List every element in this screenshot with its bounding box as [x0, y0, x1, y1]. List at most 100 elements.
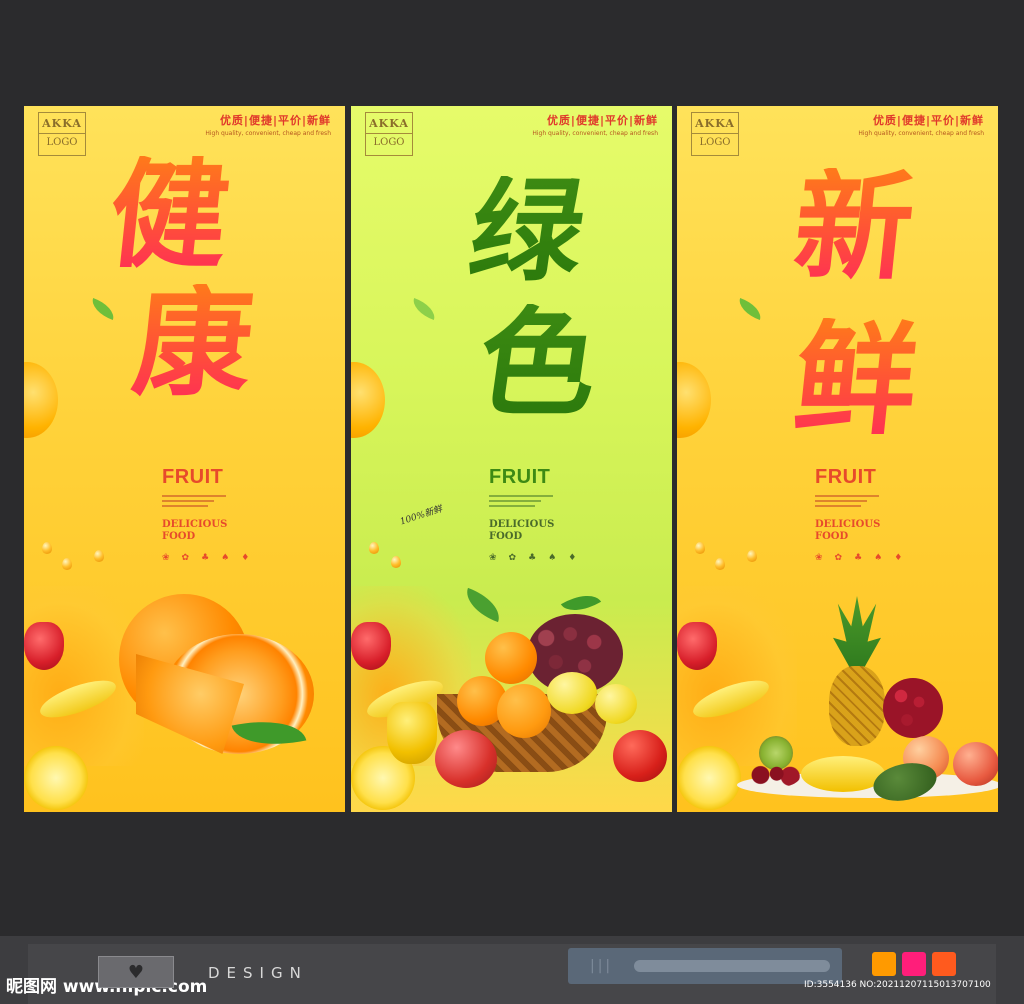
color-swatch-red-orange[interactable]: [932, 952, 956, 976]
orange-icon: [677, 362, 711, 438]
apple-icon: [435, 730, 497, 788]
color-swatch-pink[interactable]: [902, 952, 926, 976]
tagline-en: High quality, convenient, cheap and fres…: [858, 130, 984, 137]
logo-box: AKKA LOGO: [365, 112, 413, 156]
logo-caption: LOGO: [699, 137, 731, 148]
headline-char-2: 鲜: [787, 307, 925, 451]
logo-text: AKKA: [692, 113, 738, 134]
logo-caption: LOGO: [373, 137, 405, 148]
delicious-food: DELICIOUS FOOD: [815, 519, 902, 543]
delicious-line-2: FOOD: [489, 531, 523, 542]
feature-icon: ♦: [241, 553, 250, 563]
tagline-cn: 优质|便捷|平价|新鲜: [546, 114, 658, 127]
fruit-info: FRUIT DELICIOUS FOOD ❀ ✿ ♣ ♠ ♦: [815, 466, 902, 563]
feature-icon: ♦: [568, 553, 577, 563]
lemon-slice-icon: [24, 746, 88, 810]
feature-icons: ❀ ✿ ♣ ♠ ♦: [489, 553, 576, 563]
feature-icon: ❀: [489, 553, 497, 563]
tagline-cn: 优质|便捷|平价|新鲜: [219, 114, 331, 127]
tagline-en: High quality, convenient, cheap and fres…: [205, 130, 331, 137]
feature-icon: ❀: [815, 553, 823, 563]
slider-ticks-icon: |||: [590, 958, 614, 974]
tagline-cn: 优质|便捷|平价|新鲜: [872, 114, 984, 127]
logo-text: AKKA: [366, 113, 412, 134]
color-swatch-orange[interactable]: [872, 952, 896, 976]
slider-track[interactable]: [634, 960, 830, 972]
orange-icon: [485, 632, 537, 684]
text-lines: [815, 495, 902, 507]
juice-drop-icon: [695, 542, 705, 554]
poster-health: AKKA LOGO 优质|便捷|平价|新鲜 High quality, conv…: [24, 106, 345, 812]
juice-drop-icon: [42, 542, 52, 554]
headline-char-1: 健: [102, 145, 236, 284]
feature-icons: ❀ ✿ ♣ ♠ ♦: [815, 553, 902, 563]
tagline-en: High quality, convenient, cheap and fres…: [532, 130, 658, 137]
logo-caption: LOGO: [46, 137, 78, 148]
pineapple-icon: [829, 666, 885, 746]
lemon-icon: [595, 684, 637, 724]
strawberry-icon: [677, 622, 717, 670]
apple-icon: [613, 730, 667, 782]
fruit-title: FRUIT: [815, 466, 877, 488]
lemon-icon: [547, 672, 597, 714]
tagline: 优质|便捷|平价|新鲜 High quality, convenient, ch…: [205, 112, 331, 137]
logo-box: AKKA LOGO: [38, 112, 86, 156]
apple-icon: [953, 742, 998, 786]
tagline: 优质|便捷|平价|新鲜 High quality, convenient, ch…: [858, 112, 984, 137]
feature-icon: ♠: [548, 553, 557, 563]
feature-icons: ❀ ✿ ♣ ♠ ♦: [162, 553, 249, 563]
leaf-icon: [735, 297, 765, 321]
fruit-info: FRUIT DELICIOUS FOOD ❀ ✿ ♣ ♠ ♦: [162, 466, 249, 563]
juice-drop-icon: [62, 558, 72, 570]
feature-icon: ✿: [508, 553, 517, 563]
feature-icon: ♣: [201, 553, 210, 563]
delicious-line-2: FOOD: [162, 531, 196, 542]
feature-icon: ✿: [834, 553, 843, 563]
headline-char-2: 康: [126, 273, 260, 412]
delicious-food: DELICIOUS FOOD: [489, 519, 576, 543]
juice-drop-icon: [369, 542, 379, 554]
delicious-line-1: DELICIOUS: [815, 519, 881, 530]
orange-icon: [497, 684, 551, 738]
feature-icon: ♣: [854, 553, 863, 563]
handwritten-note: 100%新鲜: [398, 504, 444, 528]
feature-icon: ♠: [221, 553, 230, 563]
fruit-info: FRUIT DELICIOUS FOOD ❀ ✿ ♣ ♠ ♦: [489, 466, 576, 563]
delicious-food: DELICIOUS FOOD: [162, 519, 249, 543]
strawberry-icon: [351, 622, 391, 670]
poster-fresh: AKKA LOGO 优质|便捷|平价|新鲜 High quality, conv…: [677, 106, 998, 812]
headline-char-1: 新: [787, 157, 921, 296]
leaf-icon: [409, 297, 439, 321]
delicious-line-1: DELICIOUS: [162, 519, 228, 530]
favorite-button[interactable]: ♥: [98, 956, 174, 988]
image-id: ID:3554136 NO:20211207115013707100: [804, 980, 991, 990]
pineapple-leaves-icon: [833, 596, 881, 672]
text-lines: [489, 495, 576, 507]
delicious-line-2: FOOD: [815, 531, 849, 542]
feature-icon: ✿: [181, 553, 190, 563]
feature-icon: ♦: [894, 553, 903, 563]
juice-drop-icon: [747, 550, 757, 562]
fruit-title: FRUIT: [489, 466, 551, 488]
orange-icon: [351, 362, 385, 438]
grapes-icon: [883, 678, 943, 738]
juice-drop-icon: [715, 558, 725, 570]
orange-icon: [24, 362, 58, 438]
logo-box: AKKA LOGO: [691, 112, 739, 156]
headline-char-2: 色: [469, 293, 607, 432]
logo-text: AKKA: [39, 113, 85, 134]
fruit-title: FRUIT: [162, 466, 224, 488]
heart-icon: ♥: [127, 961, 145, 983]
feature-icon: ❀: [162, 553, 170, 563]
lemon-slice-icon: [677, 746, 741, 810]
text-lines: [162, 495, 249, 507]
delicious-line-1: DELICIOUS: [489, 519, 555, 530]
leaf-icon: [88, 297, 118, 321]
design-label: DESIGN: [208, 964, 308, 982]
tagline: 优质|便捷|平价|新鲜 High quality, convenient, ch…: [532, 112, 658, 137]
strawberry-icon: [24, 622, 64, 670]
juice-drop-icon: [94, 550, 104, 562]
headline-char-1: 绿: [461, 166, 593, 297]
feature-icon: ♣: [528, 553, 537, 563]
poster-green: AKKA LOGO 优质|便捷|平价|新鲜 High quality, conv…: [351, 106, 672, 812]
